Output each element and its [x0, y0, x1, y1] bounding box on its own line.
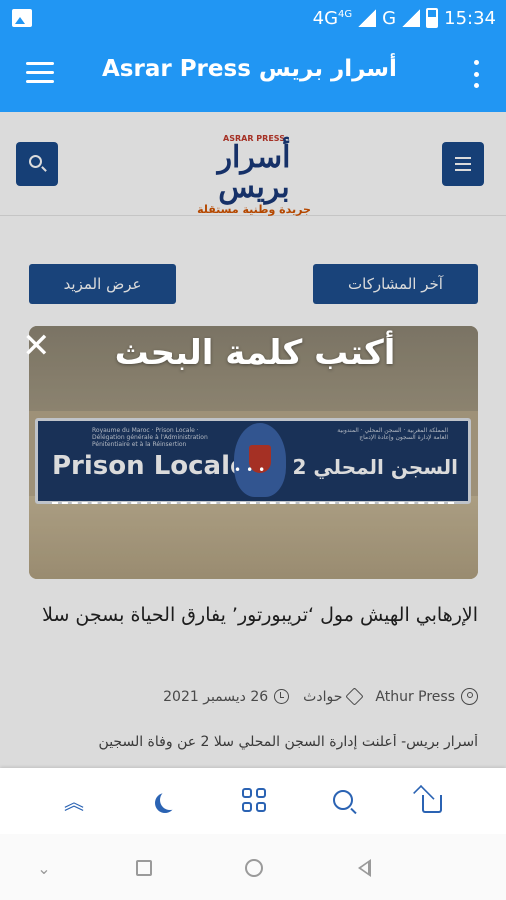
- recents-button[interactable]: [132, 856, 156, 880]
- dark-mode-button[interactable]: [146, 782, 182, 818]
- network-sup-label: 4G: [338, 8, 353, 20]
- g-network-label: G: [382, 7, 397, 29]
- scroll-top-button[interactable]: ︽: [56, 782, 92, 818]
- bottom-navigation: ︽: [0, 768, 506, 834]
- close-search-icon[interactable]: ✕: [22, 328, 51, 364]
- status-bar: 4G 4G G 15:34: [0, 0, 506, 36]
- signal-icon-2: [402, 9, 421, 27]
- moon-icon: [160, 790, 180, 810]
- search-hint-text[interactable]: أكتب كلمة البحث: [80, 333, 430, 373]
- signal-icon: [358, 9, 377, 27]
- system-navigation-bar: ⌄: [0, 834, 506, 900]
- app-title: Asrar Press أسرار بريس: [102, 56, 397, 82]
- search-cursor-dots: •••: [234, 463, 271, 477]
- home-nav-button[interactable]: [414, 782, 450, 818]
- overflow-menu-icon[interactable]: [472, 60, 480, 88]
- double-chevron-up-icon: ︽: [64, 789, 84, 814]
- battery-icon: [426, 8, 439, 28]
- circle-icon: [245, 859, 263, 877]
- image-notification-icon: [12, 9, 32, 27]
- categories-button[interactable]: [236, 782, 272, 818]
- back-button[interactable]: [352, 856, 376, 880]
- drawer-menu-icon[interactable]: [26, 62, 54, 84]
- status-indicators: 4G 4G G 15:34: [313, 6, 496, 30]
- home-icon: [422, 795, 442, 813]
- system-home-button[interactable]: [242, 856, 266, 880]
- grid-icon: [242, 788, 266, 812]
- back-triangle-icon: [357, 859, 371, 877]
- clock: 15:34: [444, 7, 496, 29]
- search-icon: [333, 790, 353, 810]
- chevron-down-icon: ⌄: [37, 858, 51, 878]
- network-type-label: 4G: [312, 7, 339, 29]
- app-bar: Asrar Press أسرار بريس: [0, 36, 506, 112]
- square-icon: [136, 860, 152, 876]
- search-nav-button[interactable]: [325, 782, 361, 818]
- hide-keyboard-button[interactable]: ⌄: [32, 856, 56, 880]
- search-input-underline[interactable]: [52, 502, 454, 504]
